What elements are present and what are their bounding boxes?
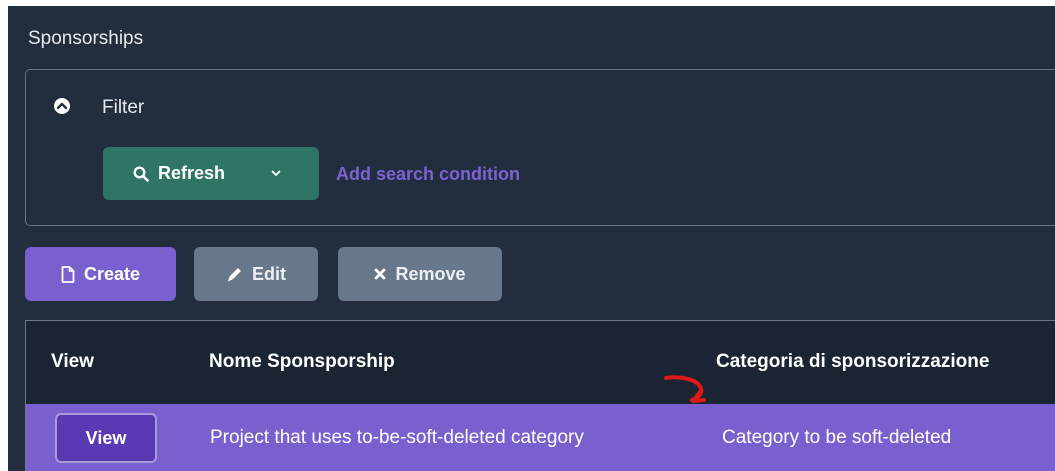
app-panel: Sponsorships Filter Refresh Add search c… [8, 6, 1055, 471]
grid-header: View Nome Sponsporship Categoria di spon… [26, 321, 1055, 404]
refresh-main[interactable]: Refresh [103, 163, 263, 184]
create-button[interactable]: Create [25, 247, 176, 301]
refresh-dropdown-toggle[interactable] [263, 170, 281, 177]
remove-button[interactable]: Remove [338, 247, 502, 301]
add-search-condition-link[interactable]: Add search condition [336, 164, 520, 185]
column-header-categoria[interactable]: Categoria di sponsorizzazione [716, 351, 989, 373]
column-header-nome[interactable]: Nome Sponsporship [209, 351, 395, 373]
pencil-icon [228, 267, 241, 281]
column-header-view[interactable]: View [51, 351, 94, 373]
search-icon [133, 165, 149, 182]
cell-nome: Project that uses to-be-soft-deleted cat… [210, 427, 584, 448]
table-row[interactable]: View Project that uses to-be-soft-delete… [26, 404, 1055, 471]
chevron-down-icon [271, 170, 281, 177]
data-grid: View Nome Sponsporship Categoria di spon… [25, 320, 1055, 471]
file-icon [61, 265, 75, 283]
remove-label: Remove [395, 263, 466, 284]
close-icon [375, 268, 386, 280]
filter-panel: Filter Refresh Add search condition [25, 69, 1055, 226]
edit-label: Edit [252, 263, 286, 284]
refresh-label: Refresh [158, 163, 226, 183]
refresh-button[interactable]: Refresh [103, 147, 319, 200]
page-title: Sponsorships [28, 28, 144, 49]
create-label: Create [83, 263, 141, 284]
filter-label[interactable]: Filter [102, 97, 144, 119]
chevron-up-icon[interactable] [54, 98, 70, 114]
cell-categoria: Category to be soft-deleted [722, 427, 952, 448]
view-button[interactable]: View [55, 413, 157, 463]
edit-button[interactable]: Edit [194, 247, 318, 301]
red-arrow-annotation [664, 375, 706, 403]
